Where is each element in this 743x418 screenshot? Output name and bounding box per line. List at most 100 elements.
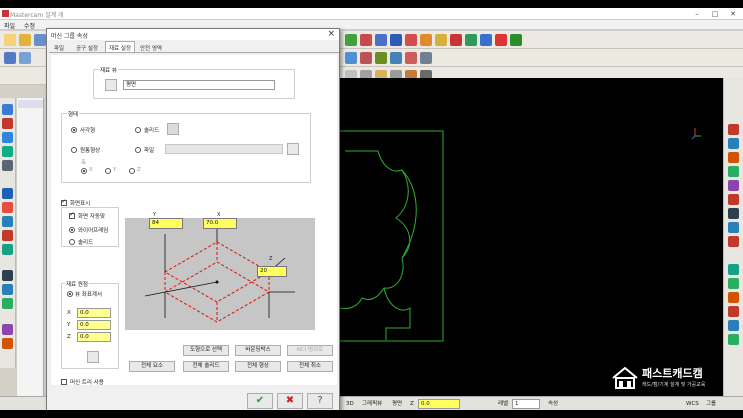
r-tool-5-icon[interactable] — [728, 180, 739, 191]
display-checkbox[interactable] — [61, 198, 67, 206]
preview-y-field[interactable]: 84 — [149, 218, 183, 229]
fill-icon[interactable] — [405, 33, 417, 46]
dialog-close-icon[interactable]: × — [327, 29, 335, 39]
settings-icon[interactable] — [420, 51, 432, 64]
star-icon[interactable] — [435, 33, 447, 46]
tab-tool-settings[interactable]: 공구 설정 — [73, 42, 101, 53]
r-tool-9-icon[interactable] — [728, 236, 739, 247]
text-icon[interactable] — [2, 284, 13, 295]
status-level-field[interactable]: 1 — [512, 399, 540, 409]
display-solid-radio[interactable] — [69, 239, 75, 245]
status-mode[interactable]: 3D — [346, 399, 354, 409]
nci-extents-button[interactable]: NCI 범위로 — [287, 345, 333, 356]
status-z-field[interactable]: 0.0 — [418, 399, 460, 409]
preview-x-field[interactable]: 70.0 — [203, 218, 237, 229]
transform-icon[interactable] — [495, 33, 507, 46]
r-tool-6-icon[interactable] — [728, 194, 739, 205]
menu-edit[interactable]: 수정 — [24, 21, 35, 30]
ok-icon[interactable]: ✔ — [247, 393, 273, 409]
mirror-icon[interactable] — [465, 33, 477, 46]
origin-z-field[interactable]: 0.0 — [77, 332, 111, 342]
minimize-icon[interactable]: – — [688, 9, 706, 19]
new-file-icon[interactable] — [4, 33, 16, 46]
fit-screen-checkbox[interactable] — [69, 211, 75, 219]
menu-file[interactable]: 파일 — [4, 21, 15, 30]
r-tool-14-icon[interactable] — [728, 320, 739, 331]
rect-icon[interactable] — [2, 188, 13, 199]
r-tool-10-icon[interactable] — [728, 264, 739, 275]
graphics-viewport[interactable] — [340, 78, 723, 398]
help-icon[interactable]: ? — [307, 393, 333, 409]
shape-cylinder-radio[interactable] — [71, 147, 77, 153]
close-window-icon[interactable]: ✕ — [724, 9, 742, 19]
zoom-icon[interactable] — [345, 51, 357, 64]
select-by-rect-button[interactable]: 도형으로 선택 — [183, 345, 229, 356]
solid-select-button[interactable] — [167, 123, 179, 135]
trim-icon[interactable] — [2, 146, 13, 157]
r-tool-3-icon[interactable] — [728, 152, 739, 163]
open-file-icon[interactable] — [19, 33, 31, 46]
view-icon[interactable] — [375, 51, 387, 64]
measure-icon[interactable] — [450, 33, 462, 46]
file-path-field[interactable] — [165, 144, 283, 154]
rotate-icon[interactable] — [390, 51, 402, 64]
circle-icon[interactable] — [390, 33, 402, 46]
r-tool-8-icon[interactable] — [728, 222, 739, 233]
paint-icon[interactable] — [420, 33, 432, 46]
layer-icon[interactable] — [510, 33, 522, 46]
pointer-icon[interactable] — [4, 51, 16, 64]
sphere-icon[interactable] — [375, 33, 387, 46]
shade-icon[interactable] — [345, 33, 357, 46]
analyze-icon[interactable] — [2, 338, 13, 349]
shape-solid-radio[interactable] — [135, 127, 141, 133]
r-tool-1-icon[interactable] — [728, 124, 739, 135]
xform-icon[interactable] — [2, 324, 13, 335]
arc-icon[interactable] — [2, 118, 13, 129]
origin-y-field[interactable]: 0.0 — [77, 320, 111, 330]
all-entities-button[interactable]: 전체 요소 — [129, 361, 175, 372]
revolve-icon[interactable] — [2, 230, 13, 241]
hatch-icon[interactable] — [2, 298, 13, 309]
fillet-icon[interactable] — [2, 132, 13, 143]
solid-icon[interactable] — [360, 33, 372, 46]
machine-tree-checkbox[interactable] — [61, 379, 67, 385]
tab-safety-zone[interactable]: 안전 영역 — [137, 42, 165, 53]
tab-stock-setup[interactable]: 재료 설정 — [105, 41, 135, 52]
r-tool-13-icon[interactable] — [728, 306, 739, 317]
all-solids-button[interactable]: 전체 솔리드 — [183, 361, 229, 372]
view-select-button[interactable] — [105, 79, 117, 91]
save-icon[interactable] — [34, 33, 46, 46]
axis-x-radio[interactable] — [81, 168, 87, 174]
shape-file-radio[interactable] — [135, 147, 141, 153]
surface-icon[interactable] — [2, 202, 13, 213]
status-cplane[interactable]: 평면 — [392, 399, 402, 409]
view-coord-radio[interactable] — [67, 291, 73, 297]
status-attr-label[interactable]: 속성 — [548, 399, 558, 409]
status-graphic-view[interactable]: 그래픽뷰 — [362, 399, 382, 409]
r-tool-12-icon[interactable] — [728, 292, 739, 303]
maximize-icon[interactable]: □ — [706, 9, 724, 19]
bounding-box-button[interactable]: 바운딩박스 — [235, 345, 281, 356]
r-tool-15-icon[interactable] — [728, 334, 739, 345]
box-icon[interactable] — [405, 51, 417, 64]
shape-rect-radio[interactable] — [71, 127, 77, 133]
origin-x-field[interactable]: 0.0 — [77, 308, 111, 318]
all-shapes-button[interactable]: 전체 형상 — [235, 361, 281, 372]
r-tool-2-icon[interactable] — [728, 138, 739, 149]
origin-select-button[interactable] — [87, 351, 99, 363]
wireframe-radio[interactable] — [69, 227, 75, 233]
point-icon[interactable] — [2, 160, 13, 171]
status-wcs[interactable]: WCS — [686, 399, 699, 409]
r-tool-7-icon[interactable] — [728, 208, 739, 219]
shell-icon[interactable] — [2, 244, 13, 255]
dim-icon[interactable] — [2, 270, 13, 281]
line-icon[interactable] — [2, 104, 13, 115]
cancel-icon[interactable]: ✖ — [277, 393, 303, 409]
r-tool-11-icon[interactable] — [728, 278, 739, 289]
snap-icon[interactable] — [19, 51, 31, 64]
stock-view-field[interactable]: 평면 — [123, 80, 275, 90]
preview-z-field[interactable]: 20 — [257, 266, 287, 277]
r-tool-4-icon[interactable] — [728, 166, 739, 177]
axis-z-radio[interactable] — [129, 168, 135, 174]
grid-icon[interactable] — [480, 33, 492, 46]
